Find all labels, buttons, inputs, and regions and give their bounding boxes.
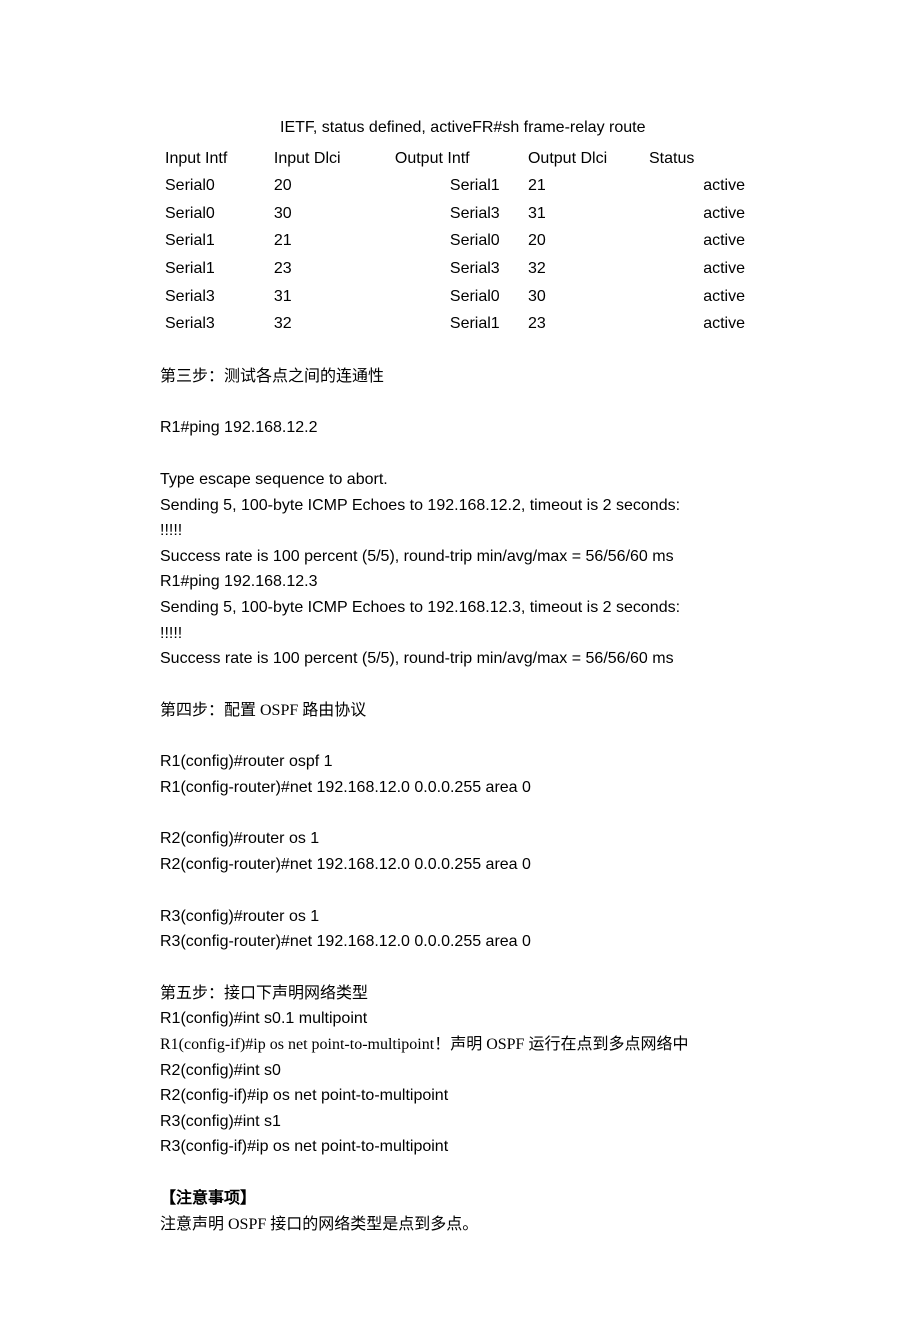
step4-r2b: R2(config-router)#net 192.168.12.0 0.0.0… <box>160 852 765 878</box>
table-cell: Serial3 <box>390 255 523 283</box>
th-input-dlci: Input Dlci <box>269 145 390 173</box>
step3-send1: Sending 5, 100-byte ICMP Echoes to 192.1… <box>160 493 765 519</box>
table-cell: Serial3 <box>160 283 269 311</box>
table-row: Serial123Serial332active <box>160 255 765 283</box>
table-cell: Serial0 <box>160 172 269 200</box>
table-cell: 23 <box>523 310 644 338</box>
table-cell: 30 <box>523 283 644 311</box>
notes-body: 注意声明 OSPF 接口的网络类型是点到多点。 <box>160 1212 765 1238</box>
step3-section: 第三步：测试各点之间的连通性 R1#ping 192.168.12.2 Type… <box>160 364 765 672</box>
step5-l4: R2(config-if)#ip os net point-to-multipo… <box>160 1083 765 1109</box>
table-cell: 32 <box>269 310 390 338</box>
table-cell: Serial1 <box>390 172 523 200</box>
table-cell: Serial1 <box>390 310 523 338</box>
step4-r1b: R1(config-router)#net 192.168.12.0 0.0.0… <box>160 775 765 801</box>
step4-r3a: R3(config)#router os 1 <box>160 904 765 930</box>
th-output-intf: Output Intf <box>390 145 523 173</box>
step3-send2: Sending 5, 100-byte ICMP Echoes to 192.1… <box>160 595 765 621</box>
step3-bang1: !!!!! <box>160 518 765 544</box>
step5-l2: R1(config-if)#ip os net point-to-multipo… <box>160 1032 765 1058</box>
step4-r3b: R3(config-router)#net 192.168.12.0 0.0.0… <box>160 929 765 955</box>
table-cell: 20 <box>523 227 644 255</box>
step3-succ2: Success rate is 100 percent (5/5), round… <box>160 646 765 672</box>
th-status: Status <box>644 145 765 173</box>
step3-cmd1: R1#ping 192.168.12.2 <box>160 415 765 441</box>
table-cell: Serial3 <box>390 200 523 228</box>
table-cell: active <box>644 227 765 255</box>
step5-section: 第五步：接口下声明网络类型 R1(config)#int s0.1 multip… <box>160 981 765 1160</box>
table-cell: Serial0 <box>160 200 269 228</box>
table-cell: Serial1 <box>160 227 269 255</box>
table-cell: 31 <box>269 283 390 311</box>
table-cell: 30 <box>269 200 390 228</box>
step3-bang2: !!!!! <box>160 621 765 647</box>
table-cell: 20 <box>269 172 390 200</box>
th-input-intf: Input Intf <box>160 145 269 173</box>
table-cell: 21 <box>523 172 644 200</box>
table-cell: 32 <box>523 255 644 283</box>
step3-cmd2: R1#ping 192.168.12.3 <box>160 569 765 595</box>
step5-l3: R2(config)#int s0 <box>160 1058 765 1084</box>
page: IETF, status defined, activeFR#sh frame-… <box>0 0 920 1337</box>
table-row: Serial331Serial030active <box>160 283 765 311</box>
step4-r1a: R1(config)#router ospf 1 <box>160 749 765 775</box>
table-row: Serial030Serial331active <box>160 200 765 228</box>
th-output-dlci: Output Dlci <box>523 145 644 173</box>
step3-title: 第三步：测试各点之间的连通性 <box>160 364 765 390</box>
notes-title: 【注意事项】 <box>160 1186 765 1212</box>
step4-title: 第四步：配置 OSPF 路由协议 <box>160 698 765 724</box>
step3-succ1: Success rate is 100 percent (5/5), round… <box>160 544 765 570</box>
table-row: Serial332Serial123active <box>160 310 765 338</box>
step5-l1: R1(config)#int s0.1 multipoint <box>160 1006 765 1032</box>
table-cell: active <box>644 255 765 283</box>
frame-relay-title: IETF, status defined, activeFR#sh frame-… <box>280 115 765 141</box>
table-cell: active <box>644 172 765 200</box>
step4-section: 第四步：配置 OSPF 路由协议 R1(config)#router ospf … <box>160 698 765 955</box>
table-row: Serial020Serial121active <box>160 172 765 200</box>
table-cell: 21 <box>269 227 390 255</box>
table-cell: Serial1 <box>160 255 269 283</box>
notes-section: 【注意事项】 注意声明 OSPF 接口的网络类型是点到多点。 <box>160 1186 765 1237</box>
table-cell: active <box>644 200 765 228</box>
table-cell: active <box>644 283 765 311</box>
step3-escape: Type escape sequence to abort. <box>160 467 765 493</box>
step5-l6: R3(config-if)#ip os net point-to-multipo… <box>160 1134 765 1160</box>
table-cell: Serial0 <box>390 227 523 255</box>
frame-relay-table: Input Intf Input Dlci Output Intf Output… <box>160 145 765 338</box>
step5-l5: R3(config)#int s1 <box>160 1109 765 1135</box>
table-cell: 31 <box>523 200 644 228</box>
table-cell: Serial3 <box>160 310 269 338</box>
table-header-row: Input Intf Input Dlci Output Intf Output… <box>160 145 765 173</box>
step4-r2a: R2(config)#router os 1 <box>160 826 765 852</box>
table-cell: Serial0 <box>390 283 523 311</box>
step5-title: 第五步：接口下声明网络类型 <box>160 981 765 1007</box>
table-cell: 23 <box>269 255 390 283</box>
table-cell: active <box>644 310 765 338</box>
table-row: Serial121Serial020active <box>160 227 765 255</box>
